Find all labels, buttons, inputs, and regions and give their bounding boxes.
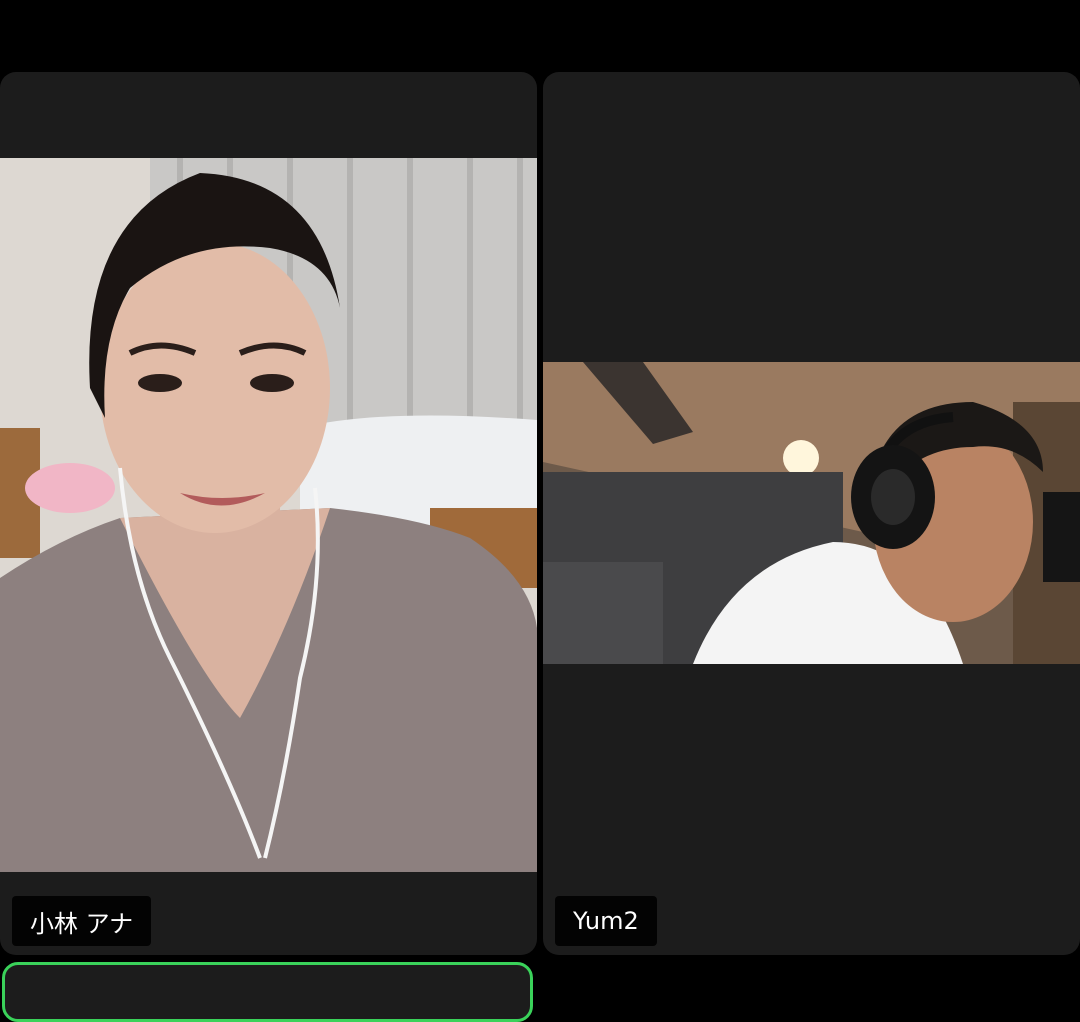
participant-video: [543, 362, 1080, 664]
participant-tile-2[interactable]: Yum2: [543, 72, 1080, 955]
participant-video: [0, 158, 537, 872]
video-frame-woman: [0, 158, 537, 872]
participant-name-tag: Yum2: [555, 896, 657, 946]
video-frame-man: [543, 362, 1080, 664]
participant-tile-1[interactable]: 小林 アナ: [0, 72, 537, 955]
participant-tile-3-active-speaker[interactable]: [2, 962, 533, 1022]
participant-name: 小林 アナ: [30, 909, 134, 938]
participant-name-tag: 小林 アナ: [12, 896, 152, 946]
participant-name: Yum2: [573, 907, 639, 935]
